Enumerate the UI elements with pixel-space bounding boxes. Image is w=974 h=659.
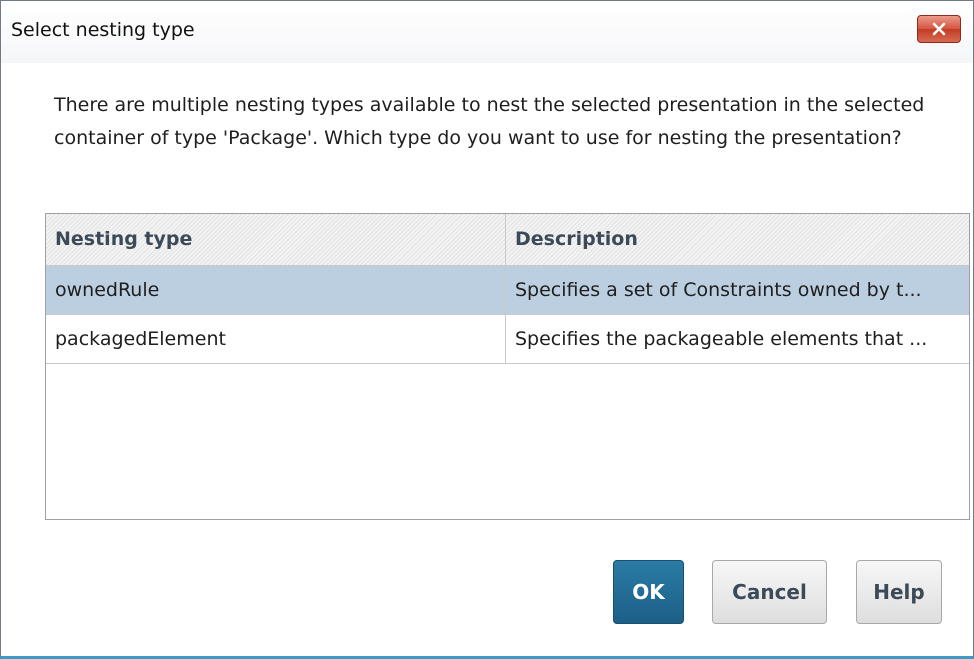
prompt-text: There are multiple nesting types availab… — [54, 94, 925, 149]
cancel-button[interactable]: Cancel — [712, 560, 827, 624]
table-header: Nesting type Description — [46, 214, 969, 266]
dialog-window: Select nesting type There are multiple n… — [0, 0, 974, 659]
ok-button[interactable]: OK — [613, 560, 684, 624]
title-bar[interactable]: Select nesting type — [1, 1, 973, 63]
nesting-type-cell: ownedRule — [46, 266, 506, 314]
description-cell: Specifies the packageable elements that … — [515, 328, 928, 350]
table-row[interactable]: ownedRule Specifies a set of Constraints… — [46, 266, 969, 315]
column-header-description[interactable]: Description — [506, 214, 969, 265]
dialog-title: Select nesting type — [11, 19, 195, 41]
nesting-type-table: Nesting type Description ownedRule Speci… — [45, 213, 970, 520]
nesting-type-cell: packagedElement — [46, 315, 506, 363]
description-cell: Specifies a set of Constraints owned by … — [515, 279, 922, 301]
help-button[interactable]: Help — [856, 560, 942, 624]
table-row[interactable]: packagedElement Specifies the packageabl… — [46, 315, 969, 364]
column-header-nesting-type[interactable]: Nesting type — [46, 214, 506, 265]
close-icon — [932, 22, 946, 36]
close-button[interactable] — [917, 15, 961, 43]
